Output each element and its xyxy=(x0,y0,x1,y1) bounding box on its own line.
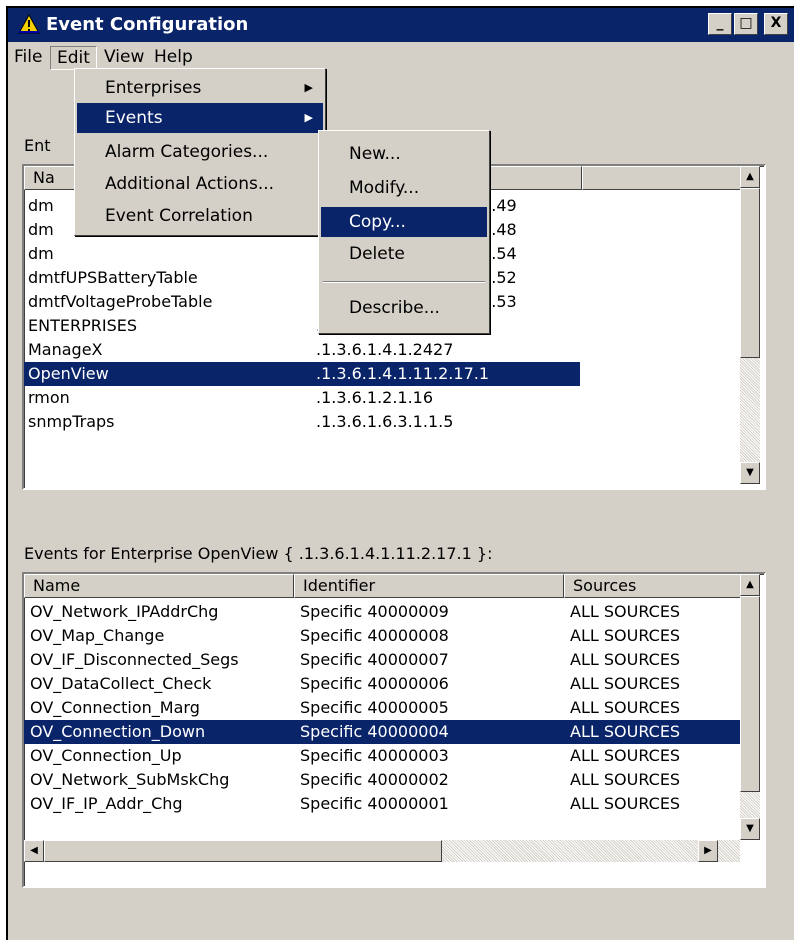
list-item-selected[interactable]: OpenView .1.3.6.1.4.1.11.2.17.1 xyxy=(24,362,580,386)
warning-triangle-icon xyxy=(18,14,40,34)
table-row[interactable]: OV_Network_SubMskChg Specific 40000002 A… xyxy=(24,768,742,792)
maximize-button[interactable]: □ xyxy=(734,13,758,35)
menu-item-new[interactable]: New... xyxy=(321,139,487,169)
list-item[interactable]: rmon .1.3.6.1.2.1.16 xyxy=(24,386,742,410)
menu-item-event-correlation[interactable]: Event Correlation xyxy=(77,201,323,231)
events-header-sources[interactable]: Sources xyxy=(564,574,742,598)
events-vscrollbar[interactable]: ▲ ▼ xyxy=(740,574,760,840)
enterprises-vscrollbar[interactable]: ▲ ▼ xyxy=(740,166,760,484)
menu-item-modify[interactable]: Modify... xyxy=(321,173,487,203)
list-item[interactable]: snmpTraps .1.3.6.1.6.3.1.1.5 xyxy=(24,410,742,434)
scroll-thumb[interactable] xyxy=(740,596,760,792)
submenu-arrow-icon: ▶ xyxy=(304,111,313,124)
menu-help[interactable]: Help xyxy=(148,46,199,70)
enterprises-header-extra[interactable] xyxy=(582,166,742,190)
scroll-thumb[interactable] xyxy=(44,840,442,862)
menu-view[interactable]: View xyxy=(98,46,150,70)
scroll-right-arrow-icon[interactable]: ▶ xyxy=(698,840,718,862)
edit-menu: Enterprises ▶ Events ▶ Alarm Categories.… xyxy=(74,68,326,236)
menu-item-delete[interactable]: Delete xyxy=(321,239,487,269)
menu-item-enterprises[interactable]: Enterprises ▶ xyxy=(77,73,323,103)
events-list[interactable]: Name Identifier Sources OV_Network_IPAdd… xyxy=(22,572,766,888)
menu-file[interactable]: File xyxy=(8,46,48,70)
events-hscrollbar[interactable]: ◀ ▶ xyxy=(24,840,740,862)
table-row[interactable]: OV_Connection_Up Specific 40000003 ALL S… xyxy=(24,744,742,768)
table-row[interactable]: OV_Connection_Marg Specific 40000005 ALL… xyxy=(24,696,742,720)
table-row[interactable]: OV_Map_Change Specific 40000008 ALL SOUR… xyxy=(24,624,742,648)
enterprises-label: Ent xyxy=(24,136,51,155)
menu-item-additional-actions[interactable]: Additional Actions... xyxy=(77,169,323,199)
menu-item-events[interactable]: Events ▶ xyxy=(77,103,323,133)
table-row-selected[interactable]: OV_Connection_Down Specific 40000004 ALL… xyxy=(24,720,742,744)
menu-item-copy[interactable]: Copy... xyxy=(321,207,487,237)
title-bar[interactable]: Event Configuration _ □ X xyxy=(8,8,794,42)
events-header-identifier[interactable]: Identifier xyxy=(294,574,564,598)
scroll-down-arrow-icon[interactable]: ▼ xyxy=(740,462,760,484)
events-submenu: New... Modify... Copy... Delete Describe… xyxy=(318,130,490,334)
scroll-up-arrow-icon[interactable]: ▲ xyxy=(740,574,760,596)
scroll-left-arrow-icon[interactable]: ◀ xyxy=(24,840,44,862)
list-item[interactable]: ManageX .1.3.6.1.4.1.2427 xyxy=(24,338,742,362)
menu-item-describe[interactable]: Describe... xyxy=(321,293,487,323)
table-row[interactable]: OV_IF_Disconnected_Segs Specific 4000000… xyxy=(24,648,742,672)
table-row[interactable]: OV_DataCollect_Check Specific 40000006 A… xyxy=(24,672,742,696)
menu-separator xyxy=(323,281,485,283)
event-configuration-window: Event Configuration _ □ X File Edit View… xyxy=(6,6,794,940)
events-label: Events for Enterprise OpenView { .1.3.6.… xyxy=(24,544,493,563)
close-button[interactable]: X xyxy=(764,13,788,35)
scroll-thumb[interactable] xyxy=(740,188,760,358)
menu-edit[interactable]: Edit xyxy=(50,46,97,70)
submenu-arrow-icon: ▶ xyxy=(304,81,313,94)
table-row[interactable]: OV_Network_IPAddrChg Specific 40000009 A… xyxy=(24,600,742,624)
scroll-down-arrow-icon[interactable]: ▼ xyxy=(740,818,760,840)
scroll-up-arrow-icon[interactable]: ▲ xyxy=(740,166,760,188)
minimize-button[interactable]: _ xyxy=(708,13,732,35)
menu-item-alarm-categories[interactable]: Alarm Categories... xyxy=(77,137,323,167)
table-row[interactable]: OV_IF_IP_Addr_Chg Specific 40000001 ALL … xyxy=(24,792,742,816)
events-header-name[interactable]: Name xyxy=(24,574,294,598)
window-title: Event Configuration xyxy=(46,14,249,35)
